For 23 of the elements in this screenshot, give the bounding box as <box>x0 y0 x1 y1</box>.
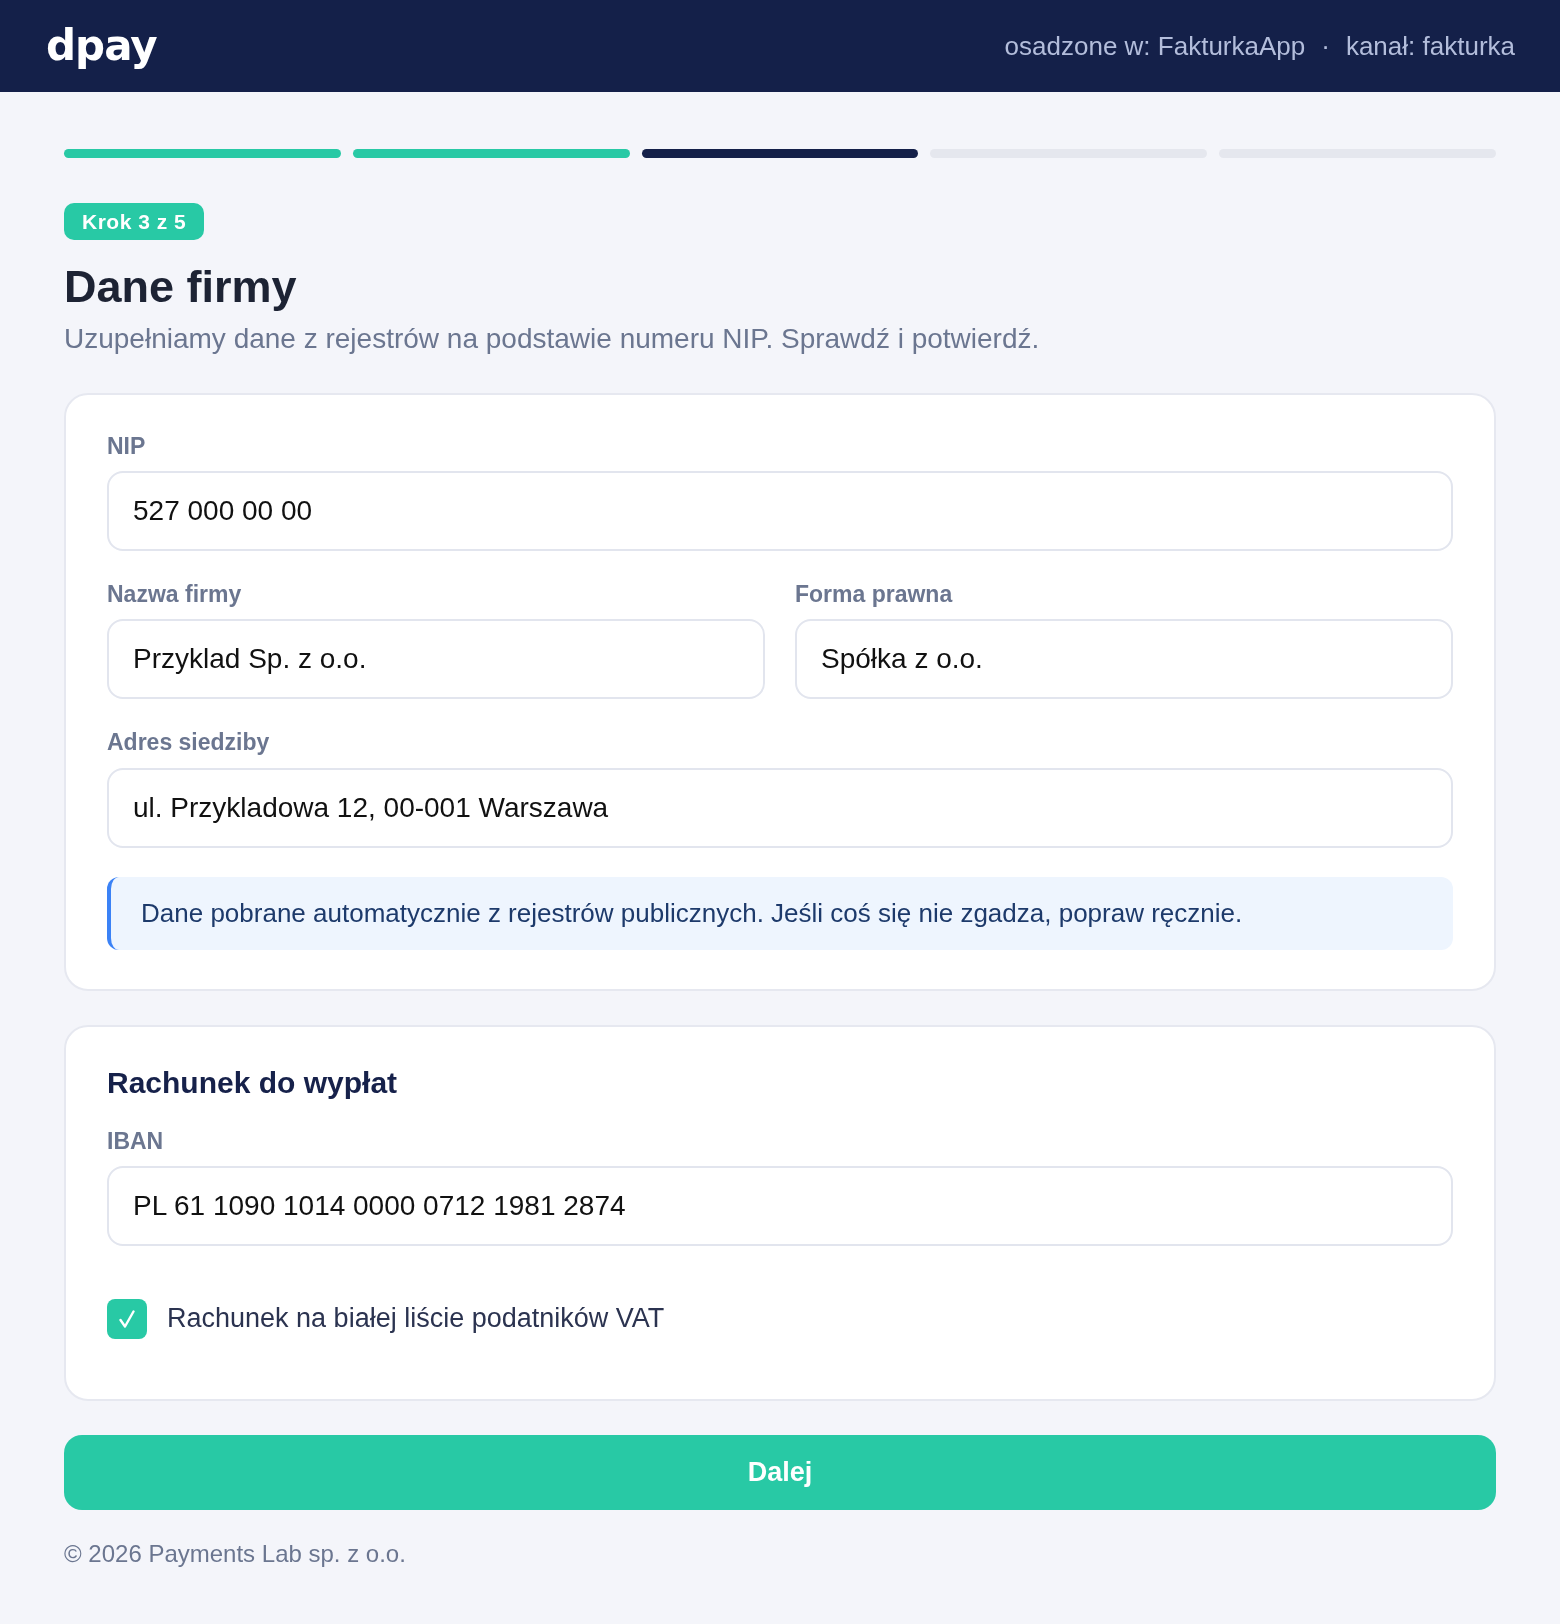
field-label: IBAN <box>107 1127 165 1155</box>
checkbox[interactable] <box>107 1298 147 1339</box>
field-label: Adres siedziby <box>107 729 271 756</box>
header-meta-text: kanał: fakturka <box>1345 29 1515 63</box>
info-notice: Dane pobrane automatycznie z rejestrów publicznych. Jeśli coś się nie zgadza, popraw ręcznie. <box>107 876 1453 950</box>
checkbox-label: Rachunek na białej liście podatników VAT <box>167 1302 665 1336</box>
text-field[interactable]: PL 61 1090 1014 0000 0712 1981 2874 <box>107 1166 1453 1247</box>
field-label: Forma prawna <box>795 581 954 608</box>
section-heading: Rachunek do wypłat <box>107 1064 399 1101</box>
page-subtitle: Uzupełniamy dane z rejestrów na podstawie numeru NIP. Sprawdź i potwierdź. <box>64 322 1041 356</box>
page-title: Dane firmy <box>64 260 298 314</box>
field-label: Nazwa firmy <box>107 581 243 608</box>
text-field[interactable]: ul. Przykladowa 12, 00-001 Warszawa <box>107 767 1453 848</box>
text-field[interactable]: 527 000 00 00 <box>107 471 1453 552</box>
logo: dpay <box>46 25 157 67</box>
step-badge: Krok 3 z 5 <box>64 203 205 240</box>
check-icon <box>119 1309 135 1328</box>
header-meta-text: osadzone w: FakturkaApp <box>1004 29 1306 63</box>
text-field[interactable]: Przyklad Sp. z o.o. <box>107 619 765 700</box>
field-label: NIP <box>107 432 147 460</box>
text-field[interactable]: Spółka z o.o. <box>795 619 1453 700</box>
footer-copyright: © 2026 Payments Lab sp. z o.o. <box>64 1539 407 1569</box>
separator-dot: · <box>1321 29 1330 63</box>
